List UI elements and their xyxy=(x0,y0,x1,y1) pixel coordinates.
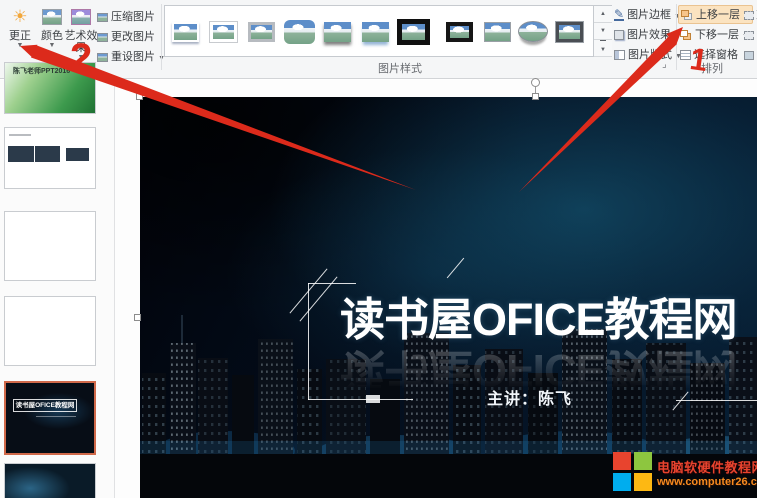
send-backward-icon xyxy=(680,29,692,41)
effects-icon xyxy=(614,30,624,41)
style-thumbnail xyxy=(247,21,275,42)
thumbnail-photo xyxy=(35,146,60,162)
slide-thumbnail-3[interactable] xyxy=(4,211,96,281)
picture-style-option-4[interactable] xyxy=(282,10,316,53)
change-picture-icon xyxy=(97,32,108,42)
thumbnail-photo xyxy=(66,148,89,161)
slide-subtitle[interactable]: 主讲：陈飞 xyxy=(487,385,572,409)
thumbnail-5-title: 读书屋OFICE教程网 xyxy=(13,399,77,412)
rotation-handle[interactable] xyxy=(531,78,540,87)
slide-thumbnail-4[interactable] xyxy=(4,296,96,366)
style-thumbnail xyxy=(445,21,473,42)
layout-icon xyxy=(614,50,625,61)
gallery-scroll-strip: ▲ ▼ ▼ xyxy=(593,6,612,57)
picture-style-option-1[interactable] xyxy=(168,10,202,53)
picture-style-option-9[interactable] xyxy=(480,10,514,53)
compress-picture-icon xyxy=(97,12,108,22)
selection-pane-icon xyxy=(680,50,691,61)
compress-pictures-button[interactable]: 压缩图片 xyxy=(97,8,159,26)
align-button-partial[interactable]: 对 xyxy=(744,6,757,25)
rotate-button-partial[interactable] xyxy=(744,46,756,65)
slide-thumbnail-1[interactable]: 陈飞老师PPT2016 xyxy=(4,62,96,114)
picture-style-option-8[interactable] xyxy=(442,10,476,53)
style-thumbnail xyxy=(481,19,513,44)
picture-styles-gallery: ▲ ▼ ▼ xyxy=(164,5,612,57)
slide-thumbnail-pane: 陈飞老师PPT2016 读书屋OFICE教程网 xyxy=(0,62,114,498)
picture-border-label: 图片边框 xyxy=(627,9,672,21)
resize-handle-top-left[interactable] xyxy=(136,93,143,100)
gallery-scroll-up-button[interactable]: ▲ xyxy=(594,6,612,23)
style-thumbnail xyxy=(283,19,315,44)
picture-style-option-11[interactable] xyxy=(552,10,586,53)
gallery-scroll-down-button[interactable]: ▼ xyxy=(594,23,612,40)
picture-style-option-3[interactable] xyxy=(244,10,278,53)
style-thumbnail xyxy=(396,18,430,45)
deco-slash xyxy=(446,257,465,279)
thumbnail-text-placeholder xyxy=(9,134,31,136)
artistic-effects-icon xyxy=(62,4,100,30)
corrections-label: 更正 xyxy=(9,30,31,42)
style-thumbnail xyxy=(554,20,584,43)
picture-border-button[interactable]: ✎图片边框▼ xyxy=(614,6,681,25)
style-thumbnail xyxy=(361,21,389,42)
picture-style-option-6[interactable] xyxy=(358,10,392,53)
watermark-site-url: www.computer26.com xyxy=(657,475,757,488)
picture-layout-button[interactable]: 图片版式 ▼ xyxy=(614,46,682,65)
change-picture-label: 更改图片 xyxy=(111,31,155,43)
arrange-group-label: 排列 xyxy=(701,63,723,75)
send-backward-label: 下移一层 xyxy=(695,29,739,41)
reset-picture-label: 重设图片 xyxy=(111,51,155,63)
compress-pictures-label: 压缩图片 xyxy=(111,11,155,23)
change-picture-button[interactable]: 更改图片 xyxy=(97,28,159,46)
style-thumbnail xyxy=(208,20,238,43)
thumbnail-5-subtitle-line xyxy=(36,416,76,419)
corrections-button[interactable]: ☀ 更正 ▼ xyxy=(4,4,36,66)
send-backward-button[interactable]: 下移一层▼ xyxy=(680,26,749,45)
style-thumbnail xyxy=(171,21,199,42)
picture-styles-group-label: 图片样式 xyxy=(378,63,422,75)
bring-forward-icon xyxy=(681,9,693,21)
picture-style-option-7[interactable] xyxy=(396,10,430,53)
pen-icon: ✎ xyxy=(614,7,625,22)
watermark: 电脑软硬件教程网 www.computer26.com xyxy=(613,452,757,492)
thumbnail-1-title: 陈飞老师PPT2016 xyxy=(13,68,71,75)
group-separator xyxy=(161,4,162,70)
align-icon xyxy=(744,10,754,20)
resize-handle-left-middle[interactable] xyxy=(134,314,141,321)
picture-style-option-2[interactable] xyxy=(206,10,240,53)
window-logo-icon xyxy=(613,452,653,492)
gallery-more-button[interactable]: ▼ xyxy=(594,40,612,57)
artistic-effects-label: 艺术效果 xyxy=(64,30,98,54)
group-objects-icon xyxy=(744,30,754,40)
chevron-down-icon: ▼ xyxy=(16,42,24,49)
picture-style-option-5[interactable] xyxy=(320,10,354,53)
style-thumbnail xyxy=(323,21,351,42)
group-button-partial[interactable] xyxy=(744,26,756,45)
chevron-down-icon: ▼ xyxy=(77,54,85,61)
sun-corrections-icon: ☀ xyxy=(12,7,28,26)
group-separator xyxy=(676,4,677,70)
deco-frame-left-line xyxy=(308,283,309,400)
ribbon-picture-format-tab: ☀ 更正 ▼ 颜色 ▼ 艺术效果 ▼ 压缩图片 更改图片 重设图片 ▼ xyxy=(0,0,757,79)
watermark-site-name: 电脑软硬件教程网 xyxy=(657,459,757,475)
picture-style-option-10[interactable] xyxy=(516,10,550,53)
resize-handle-top-center[interactable] xyxy=(532,93,539,100)
slide-title[interactable]: 读书屋OFICE教程网 xyxy=(340,283,757,348)
thumbnail-photo xyxy=(8,146,34,162)
city-night-picture[interactable]: 读书屋OFICE教程网 读书屋OFICE教程网 主讲：陈飞 电脑软硬件教程网 w… xyxy=(140,97,757,498)
bring-forward-label: 上移一层 xyxy=(696,9,740,21)
picture-effects-label: 图片效果 xyxy=(627,29,671,41)
powerpoint-window: ☀ 更正 ▼ 颜色 ▼ 艺术效果 ▼ 压缩图片 更改图片 重设图片 ▼ xyxy=(0,0,757,498)
reset-picture-icon xyxy=(97,52,108,62)
rotate-icon xyxy=(744,50,754,60)
slide-thumbnail-5-selected[interactable]: 读书屋OFICE教程网 xyxy=(4,381,96,455)
slide-thumbnail-2[interactable] xyxy=(4,127,96,189)
artistic-effects-button[interactable]: 艺术效果 ▼ xyxy=(62,4,100,66)
picture-layout-label: 图片版式 xyxy=(628,49,672,61)
slide-thumbnail-6[interactable] xyxy=(4,463,96,498)
reset-picture-button[interactable]: 重设图片 ▼ xyxy=(97,48,165,66)
bring-forward-button[interactable]: 上移一层▼ xyxy=(678,5,753,24)
style-thumbnail xyxy=(518,21,548,42)
picture-effects-button[interactable]: 图片效果 ▼ xyxy=(614,26,681,45)
